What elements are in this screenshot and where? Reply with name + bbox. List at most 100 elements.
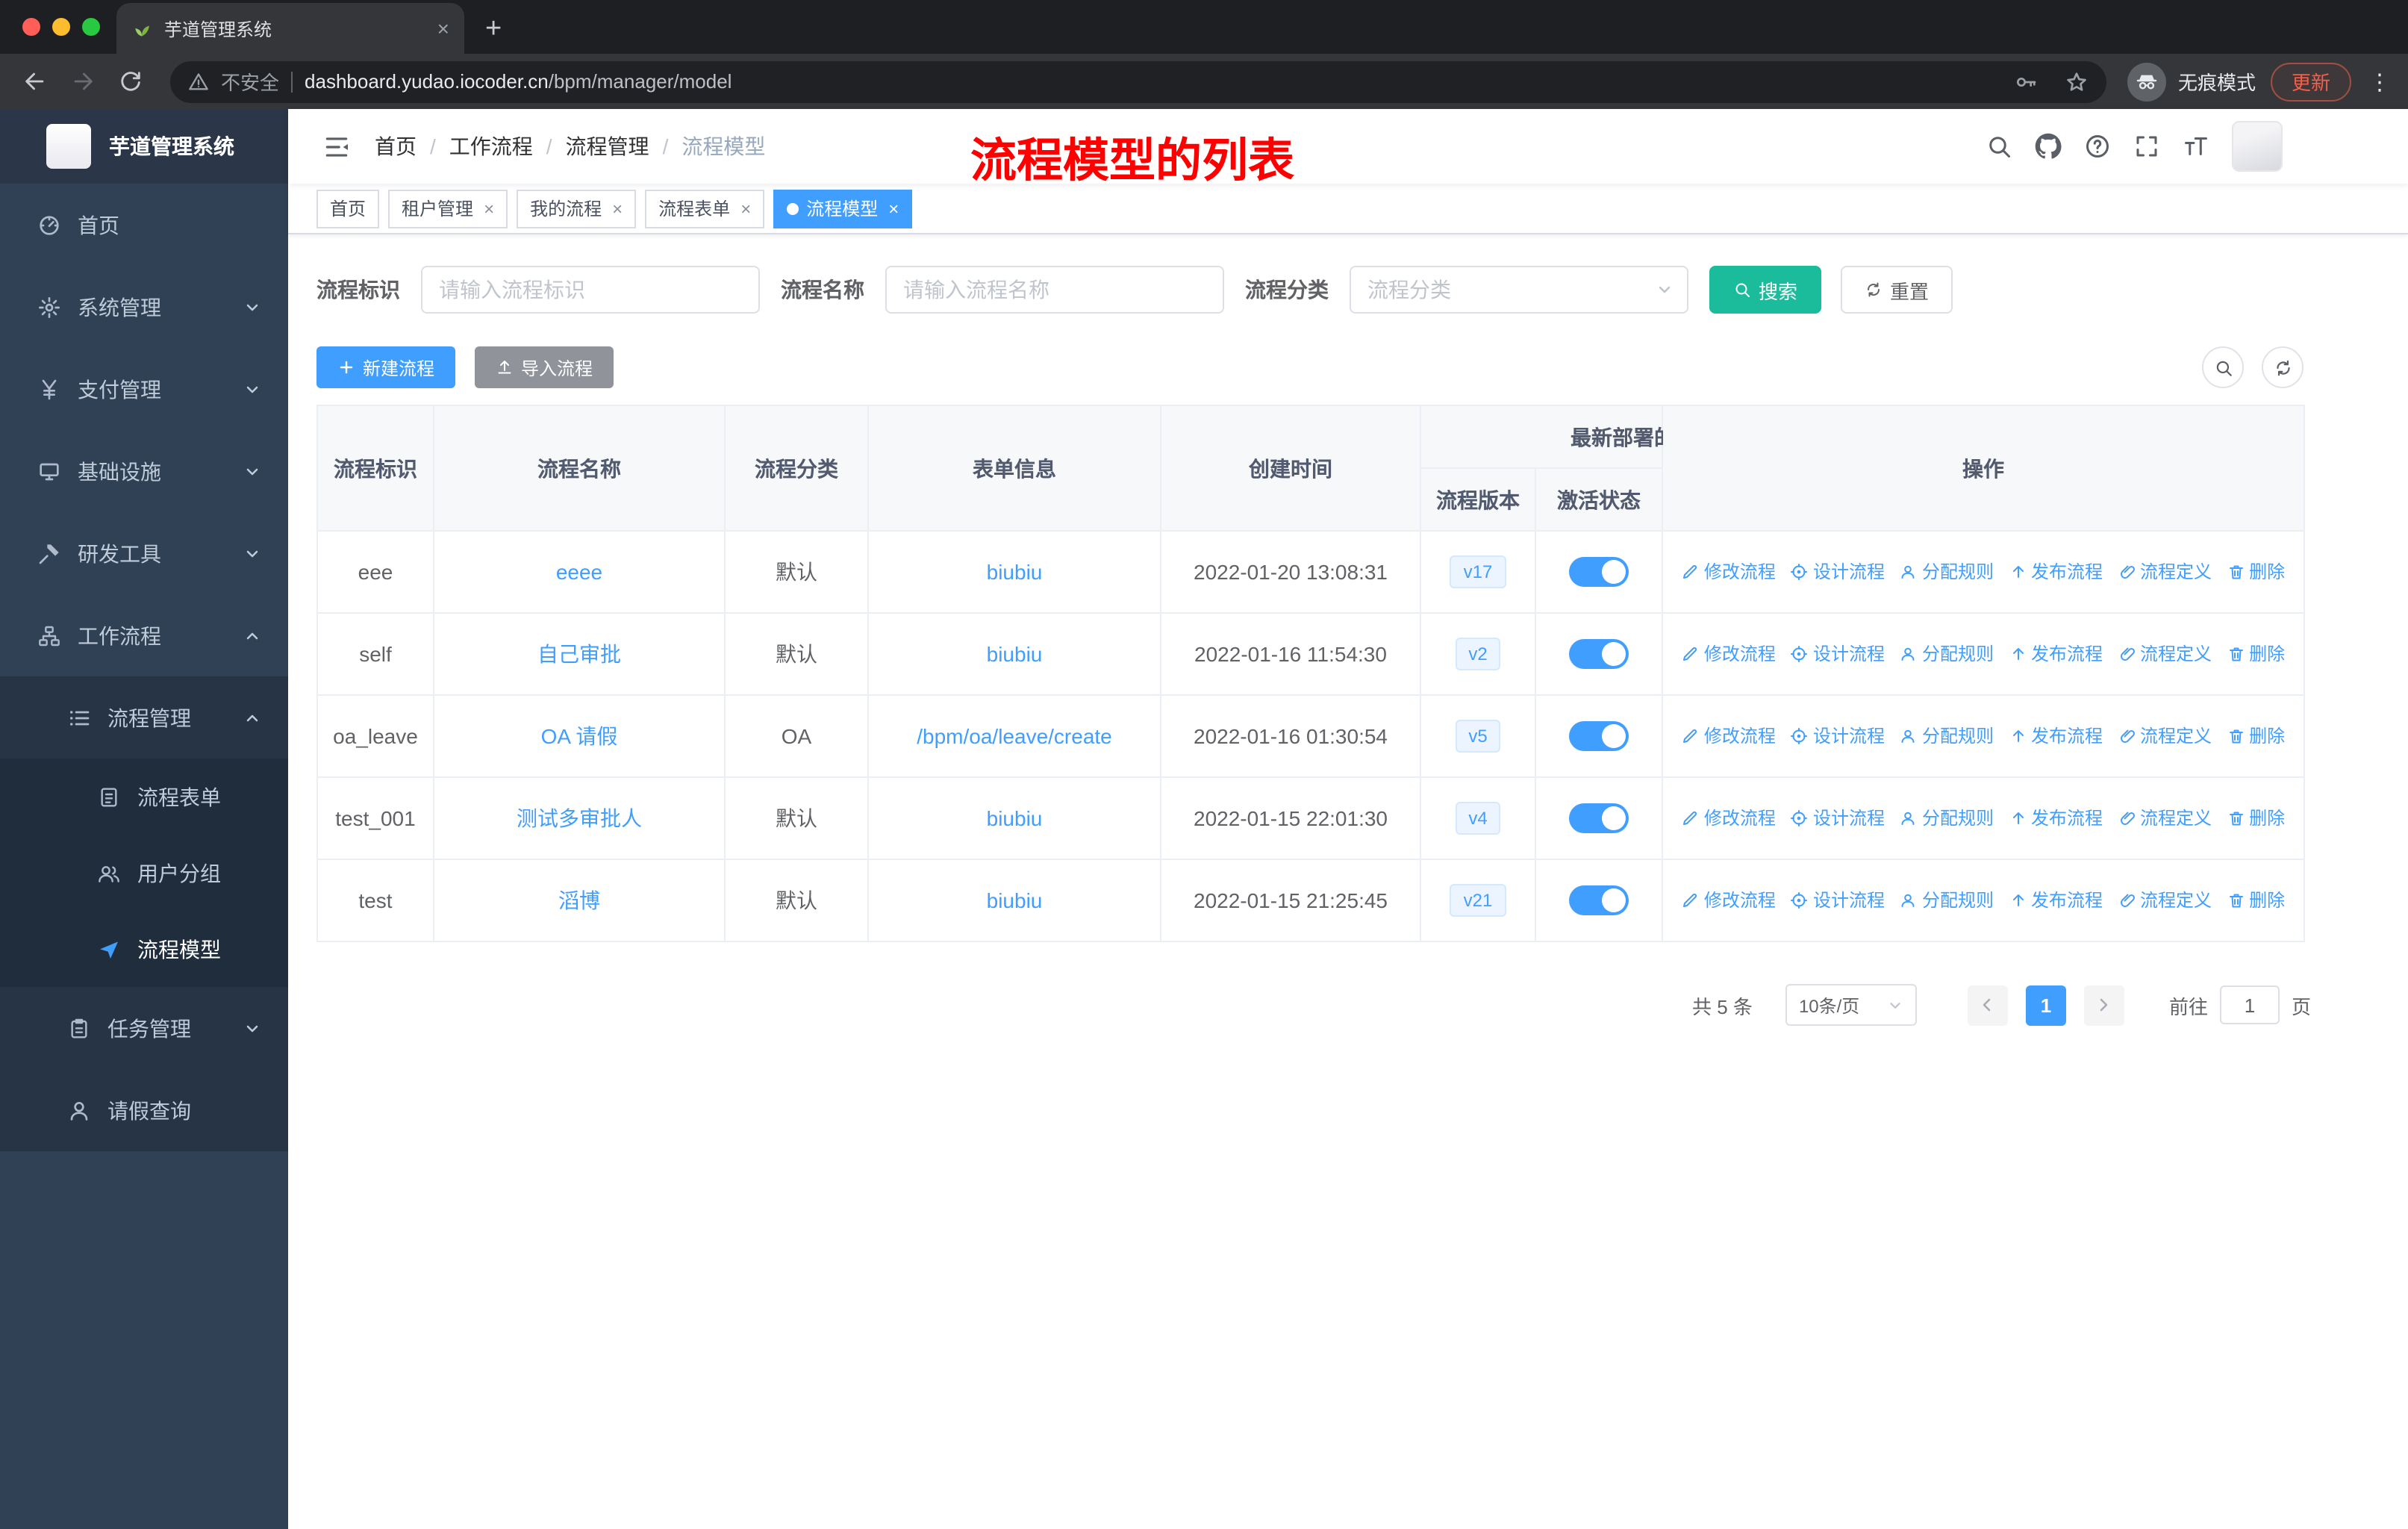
browser-update-button[interactable]: 更新 xyxy=(2270,62,2351,101)
tag-tenant[interactable]: 租户管理 × xyxy=(388,189,508,228)
new-tab-button[interactable]: + xyxy=(485,15,502,43)
action-modify-link[interactable]: 修改流程 xyxy=(1682,641,1776,667)
action-design-link[interactable]: 设计流程 xyxy=(1791,559,1885,585)
active-toggle[interactable] xyxy=(1569,803,1629,833)
tag-my-process[interactable]: 我的流程 × xyxy=(517,189,637,228)
action-design-link[interactable]: 设计流程 xyxy=(1791,806,1885,831)
form-info-link[interactable]: biubiu xyxy=(987,642,1043,666)
action-assign-rule-link[interactable]: 分配规则 xyxy=(1900,559,1994,585)
action-delete-link[interactable]: 删除 xyxy=(2227,559,2285,585)
reload-button[interactable] xyxy=(110,62,149,101)
action-delete-link[interactable]: 删除 xyxy=(2227,888,2285,913)
tag-close-icon[interactable]: × xyxy=(484,198,494,219)
action-deploy-link[interactable]: 发布流程 xyxy=(2009,559,2103,585)
sidebar-item-infrastructure[interactable]: 基础设施 xyxy=(0,430,288,512)
show-search-toggle-button[interactable] xyxy=(2202,346,2244,388)
action-assign-rule-link[interactable]: 分配规则 xyxy=(1900,888,1994,913)
tag-close-icon[interactable]: × xyxy=(612,198,623,219)
form-info-link[interactable]: biubiu xyxy=(987,560,1043,584)
search-icon[interactable] xyxy=(1986,133,2012,160)
action-modify-link[interactable]: 修改流程 xyxy=(1682,806,1776,831)
traffic-light-close-button[interactable] xyxy=(22,18,40,36)
form-info-link[interactable]: biubiu xyxy=(987,806,1043,830)
action-design-link[interactable]: 设计流程 xyxy=(1791,723,1885,749)
category-select[interactable]: 流程分类 xyxy=(1350,266,1688,314)
action-assign-rule-link[interactable]: 分配规则 xyxy=(1900,723,1994,749)
font-size-icon[interactable] xyxy=(2183,133,2209,160)
action-definition-link[interactable]: 流程定义 xyxy=(2118,559,2212,585)
back-button[interactable] xyxy=(15,62,54,101)
process-name-link[interactable]: OA 请假 xyxy=(541,724,618,748)
sidebar-logo[interactable]: 芋道管理系统 xyxy=(0,109,288,184)
action-design-link[interactable]: 设计流程 xyxy=(1791,641,1885,667)
search-button[interactable]: 搜索 xyxy=(1709,266,1822,314)
browser-menu-icon[interactable]: ⋮ xyxy=(2366,68,2393,95)
active-toggle[interactable] xyxy=(1569,557,1629,587)
security-label[interactable]: 不安全 xyxy=(221,67,279,96)
action-deploy-link[interactable]: 发布流程 xyxy=(2009,888,2103,913)
address-bar[interactable]: 不安全 dashboard.yudao.iocoder.cn/bpm/manag… xyxy=(170,60,2106,102)
action-definition-link[interactable]: 流程定义 xyxy=(2118,641,2212,667)
fullscreen-icon[interactable] xyxy=(2133,133,2160,160)
reset-button[interactable]: 重置 xyxy=(1841,266,1953,314)
form-info-link[interactable]: /bpm/oa/leave/create xyxy=(917,724,1112,748)
active-toggle[interactable] xyxy=(1569,721,1629,751)
sidebar-item-process-management[interactable]: 流程管理 xyxy=(0,676,288,759)
active-toggle[interactable] xyxy=(1569,885,1629,915)
current-page-button[interactable]: 1 xyxy=(2025,985,2066,1025)
traffic-light-minimize-button[interactable] xyxy=(52,18,70,36)
process-name-input[interactable] xyxy=(885,266,1224,314)
password-key-icon[interactable] xyxy=(2014,69,2038,93)
sidebar-item-task-management[interactable]: 任务管理 xyxy=(0,987,288,1069)
action-definition-link[interactable]: 流程定义 xyxy=(2118,723,2212,749)
tag-close-icon[interactable]: × xyxy=(740,198,751,219)
sidebar-item-payment[interactable]: 支付管理 xyxy=(0,348,288,430)
action-deploy-link[interactable]: 发布流程 xyxy=(2009,641,2103,667)
tag-process-form[interactable]: 流程表单 × xyxy=(645,189,765,228)
active-toggle[interactable] xyxy=(1569,639,1629,669)
action-delete-link[interactable]: 删除 xyxy=(2227,641,2285,667)
refresh-table-button[interactable] xyxy=(2262,346,2303,388)
tab-close-icon[interactable]: × xyxy=(437,18,449,39)
sidebar-item-dev-tools[interactable]: 研发工具 xyxy=(0,512,288,594)
sidebar-item-leave-query[interactable]: 请假查询 xyxy=(0,1069,288,1151)
page-url[interactable]: dashboard.yudao.iocoder.cn/bpm/manager/m… xyxy=(305,70,732,93)
traffic-light-zoom-button[interactable] xyxy=(82,18,100,36)
import-process-button[interactable]: 导入流程 xyxy=(475,346,614,388)
sidebar-collapse-button[interactable] xyxy=(288,132,375,161)
action-definition-link[interactable]: 流程定义 xyxy=(2118,888,2212,913)
sidebar-item-workflow[interactable]: 工作流程 xyxy=(0,594,288,676)
github-icon[interactable] xyxy=(2035,133,2062,160)
action-modify-link[interactable]: 修改流程 xyxy=(1682,723,1776,749)
process-id-input[interactable] xyxy=(421,266,760,314)
action-modify-link[interactable]: 修改流程 xyxy=(1682,888,1776,913)
browser-tab[interactable]: 芋道管理系统 × xyxy=(116,3,464,54)
breadcrumb-item[interactable]: 首页 xyxy=(375,131,417,161)
process-name-link[interactable]: 自己审批 xyxy=(537,642,621,666)
sidebar-item-process-model[interactable]: 流程模型 xyxy=(0,911,288,987)
tag-close-icon[interactable]: × xyxy=(888,198,899,219)
tag-process-model-active[interactable]: 流程模型 × xyxy=(773,189,913,228)
action-deploy-link[interactable]: 发布流程 xyxy=(2009,806,2103,831)
action-delete-link[interactable]: 删除 xyxy=(2227,806,2285,831)
action-design-link[interactable]: 设计流程 xyxy=(1791,888,1885,913)
action-definition-link[interactable]: 流程定义 xyxy=(2118,806,2212,831)
sidebar-item-home[interactable]: 首页 xyxy=(0,184,288,266)
process-name-link[interactable]: 测试多审批人 xyxy=(517,806,642,830)
prev-page-button[interactable] xyxy=(1967,985,2008,1025)
next-page-button[interactable] xyxy=(2083,985,2124,1025)
sidebar-item-process-form[interactable]: 流程表单 xyxy=(0,759,288,835)
sidebar-item-user-group[interactable]: 用户分组 xyxy=(0,835,288,911)
breadcrumb-item[interactable]: 工作流程 xyxy=(449,131,533,161)
help-icon[interactable] xyxy=(2084,133,2111,160)
tag-home[interactable]: 首页 xyxy=(316,189,380,228)
action-modify-link[interactable]: 修改流程 xyxy=(1682,559,1776,585)
process-name-link[interactable]: eeee xyxy=(556,560,602,584)
page-size-select[interactable]: 10条/页 xyxy=(1785,984,1917,1026)
bookmark-star-icon[interactable] xyxy=(2065,69,2089,93)
action-deploy-link[interactable]: 发布流程 xyxy=(2009,723,2103,749)
form-info-link[interactable]: biubiu xyxy=(987,888,1043,912)
process-name-link[interactable]: 滔博 xyxy=(558,888,600,912)
action-assign-rule-link[interactable]: 分配规则 xyxy=(1900,806,1994,831)
goto-page-input[interactable] xyxy=(2219,985,2280,1024)
